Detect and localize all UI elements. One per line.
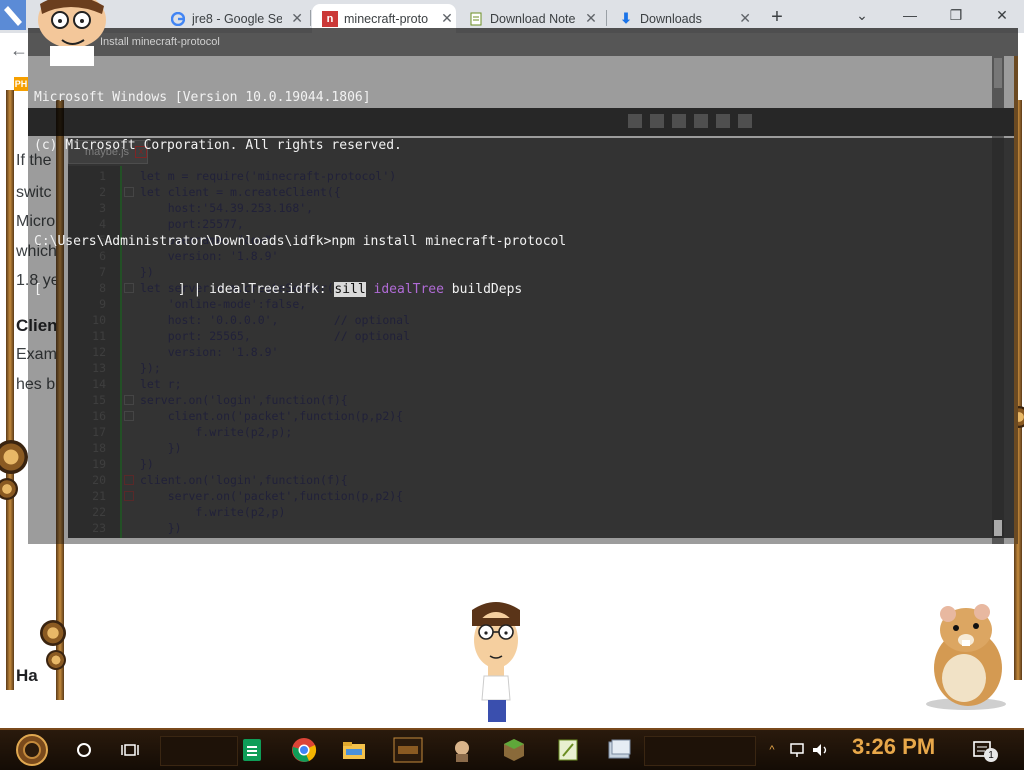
cmd-title-bar[interactable]: Install minecraft-protocol	[28, 28, 1018, 56]
gear-icon	[40, 620, 66, 646]
close-tab-icon[interactable]: ✕	[736, 10, 754, 27]
toolbar-icon	[716, 114, 730, 128]
tab-divider	[606, 10, 607, 26]
editor-toolbar-ghost	[628, 114, 752, 128]
new-tab-button[interactable]: +	[766, 4, 788, 30]
site-badge: PH	[14, 77, 28, 91]
window-border	[1014, 56, 1018, 544]
notification-count-badge: 1	[984, 748, 998, 762]
photos-icon[interactable]	[604, 734, 636, 766]
volume-icon[interactable]	[810, 734, 832, 766]
hamster-desktop-pet[interactable]	[918, 600, 1010, 710]
file-explorer-icon[interactable]	[338, 734, 370, 766]
npm-progress-line: [] | idealTree:idfk: sill idealTree buil…	[34, 282, 523, 297]
cmd-output[interactable]: Microsoft Windows [Version 10.0.19044.18…	[34, 58, 566, 330]
close-tab-icon[interactable]: ✕	[582, 10, 600, 27]
cmd-scrollbar[interactable]	[992, 56, 1004, 544]
log-stage: idealTree	[373, 282, 444, 297]
toolbar-icon	[672, 114, 686, 128]
cortana-icon[interactable]	[70, 734, 98, 766]
notepad-plus-plus-icon[interactable]	[552, 734, 584, 766]
show-hidden-icons-icon[interactable]: ^	[764, 734, 780, 766]
cartoon-character-icon	[0, 0, 106, 66]
sheets-app-icon[interactable]	[236, 734, 268, 766]
minecraft-icon[interactable]	[498, 734, 530, 766]
cmd-line: Microsoft Windows [Version 10.0.19044.18…	[34, 90, 371, 105]
cmd-scroll-thumb[interactable]	[994, 58, 1002, 88]
network-icon[interactable]	[786, 734, 808, 766]
close-tab-icon[interactable]: ✕	[438, 10, 456, 27]
cmd-scroll-down-arrow[interactable]	[994, 520, 1002, 536]
tab-search-icon[interactable]: ⌄	[842, 4, 882, 26]
character-app-icon[interactable]	[446, 734, 478, 766]
cmd-line: (c) Microsoft Corporation. All rights re…	[34, 138, 402, 153]
download-icon: ⬇	[620, 10, 632, 26]
page-heading: Ha	[16, 666, 38, 685]
close-tab-icon[interactable]: ✕	[288, 10, 306, 27]
notepad-icon	[468, 11, 484, 27]
cmd-prompt-line: C:\Users\Administrator\Downloads\idfk>np…	[34, 234, 567, 249]
close-window-button[interactable]: ✕	[982, 4, 1022, 26]
gear-rail-decoration	[6, 90, 14, 690]
minimize-button[interactable]: —	[890, 4, 930, 26]
taskbar-search-box[interactable]	[160, 736, 238, 766]
chrome-icon[interactable]	[288, 734, 320, 766]
start-button[interactable]	[10, 734, 54, 766]
toolbar-icon	[738, 114, 752, 128]
google-icon	[170, 11, 186, 27]
command-prompt-window[interactable]: Install minecraft-protocol Microsoft Win…	[28, 28, 1018, 544]
cmd-line	[34, 186, 566, 202]
restore-button[interactable]: ❐	[936, 4, 976, 26]
taskbar-clock[interactable]: 3:26 PM	[852, 734, 935, 760]
toolbar-icon	[628, 114, 642, 128]
toolbar-icon	[694, 114, 708, 128]
npm-icon: n	[322, 10, 338, 27]
task-view-icon[interactable]	[116, 734, 144, 766]
game-app-icon[interactable]	[388, 734, 428, 766]
toolbar-icon	[650, 114, 664, 128]
taskbar-address-box[interactable]	[644, 736, 756, 766]
steampunk-start-icon	[16, 734, 48, 766]
desktop-buddy-character[interactable]	[466, 600, 526, 726]
tab-divider	[310, 10, 311, 26]
gear-icon	[46, 650, 66, 670]
log-level-sill: sill	[334, 282, 366, 297]
